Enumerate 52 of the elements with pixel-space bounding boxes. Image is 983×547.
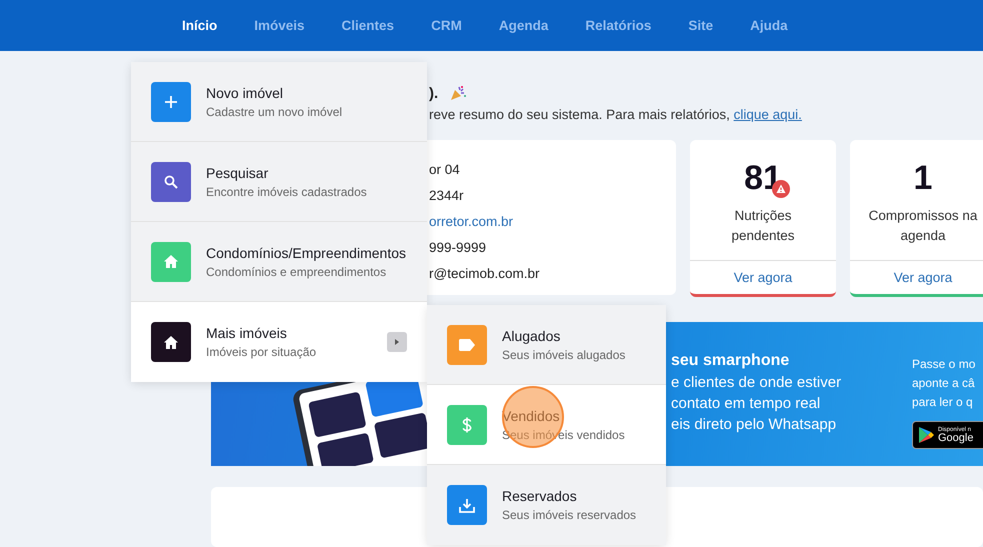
menu-item[interactable]: Mais imóveis Imóveis por situação [131, 302, 427, 382]
nav-tab[interactable]: Imóveis [254, 18, 305, 33]
banner-text: eis direto pelo Whatsapp [671, 415, 838, 435]
view-now-link[interactable]: Ver agora [690, 260, 836, 294]
profile-text: r@tecimob.com.br [429, 265, 540, 283]
summary-text: reve resumo do seu sistema. Para mais relatórios, clique aqui. [429, 107, 803, 122]
home-icon [164, 255, 178, 268]
download-icon [459, 498, 475, 512]
menu-item-title: Condomínios/Empreendimentos [206, 244, 407, 260]
profile-text: or 04 [429, 161, 460, 179]
menu-item[interactable]: Alugados Seus imóveis alugados [427, 305, 666, 385]
plus-icon [164, 94, 178, 108]
profile-text: 999-9999 [429, 239, 486, 257]
tag-icon [459, 338, 475, 350]
banner-text: para ler o q [912, 394, 974, 411]
menu-item-subtitle: Seus imóveis reservados [502, 508, 638, 522]
menu-item-title: Alugados [502, 328, 562, 344]
nav-tab[interactable]: Clientes [342, 18, 394, 33]
dollar-icon [462, 416, 472, 432]
menu-item-title: Reservados [502, 488, 578, 504]
profile-text: 2344r [429, 187, 464, 205]
reports-link[interactable]: clique aqui. [734, 107, 802, 122]
greeting-text: ). [429, 84, 438, 102]
stat-label: Nutrições pendentes [730, 207, 796, 245]
nav-tab[interactable]: Agenda [498, 18, 548, 33]
menu-item[interactable]: Pesquisar Encontre imóveis cadastrados [131, 142, 427, 222]
search-icon [164, 174, 178, 188]
party-popper-icon [450, 85, 466, 101]
menu-item-subtitle: Encontre imóveis cadastrados [206, 184, 368, 198]
menu-item[interactable]: Condomínios/Empreendimentos Condomínios e empreendimentos [131, 222, 427, 302]
menu-item-subtitle: Cadastre um novo imóvel [206, 104, 344, 118]
home-icon [164, 336, 178, 348]
nav-tab[interactable]: Ajuda [750, 18, 788, 33]
nav-tab[interactable]: CRM [431, 18, 462, 33]
view-now-link[interactable]: Ver agora [850, 260, 983, 294]
stat-value: 1 [914, 159, 932, 197]
menu-item-title: Mais imóveis [206, 325, 288, 341]
nav-tab[interactable]: Relatórios [585, 18, 652, 33]
play-store-icon [918, 426, 934, 444]
menu-item[interactable]: Reservados Seus imóveis reservados [427, 465, 666, 545]
menu-item-subtitle: Seus imóveis alugados [502, 348, 626, 362]
nav-tab[interactable]: Início [182, 18, 218, 33]
banner-text: aponte a câ [912, 375, 976, 392]
nav-tab[interactable]: Site [688, 18, 714, 33]
menu-item-subtitle: Imóveis por situação [206, 345, 318, 359]
profile-link[interactable]: orretor.com.br [429, 209, 514, 235]
menu-item[interactable]: Novo imóvel Cadastre um novo imóvel [131, 62, 427, 142]
banner-text: Passe o mo [912, 356, 976, 373]
menu-item-subtitle: Condomínios e empreendimentos [206, 264, 388, 278]
menu-item-title: Pesquisar [206, 164, 270, 180]
menu-item-title: Novo imóvel [206, 84, 284, 100]
stat-label: Compromissos na agenda [868, 207, 978, 245]
